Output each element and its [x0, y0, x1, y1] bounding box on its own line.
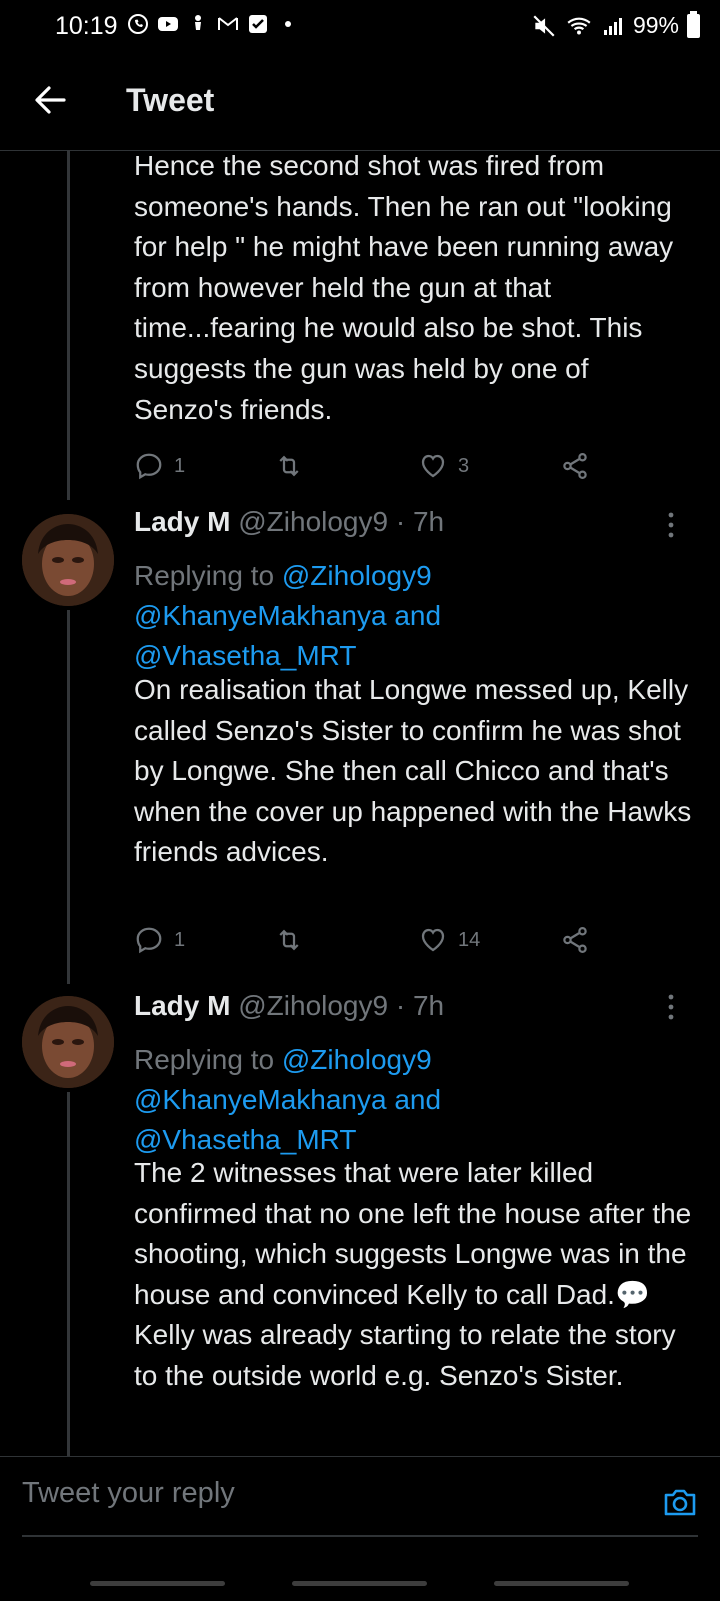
status-bar: 10:19 99%	[0, 0, 720, 54]
retweet-icon	[279, 455, 299, 477]
dot-icon	[285, 21, 291, 27]
system-nav-bar	[0, 1561, 720, 1601]
location-icon	[195, 15, 201, 30]
replying-prefix: Replying to	[134, 1044, 282, 1075]
like-count: 14	[458, 928, 481, 951]
thread-line	[67, 610, 70, 984]
mention-link[interactable]: @KhanyeMakhanya	[134, 1084, 387, 1115]
camera-icon[interactable]	[660, 1482, 700, 1522]
mention-link[interactable]: @Vhasetha_MRT	[134, 640, 356, 671]
status-time: 10:19	[55, 12, 118, 40]
profile-photo	[22, 996, 114, 1088]
wifi-icon	[567, 17, 591, 34]
more-options-icon[interactable]	[658, 992, 684, 1022]
mention-link[interactable]: @Zihology9	[282, 1044, 432, 1075]
mention-link[interactable]: @Zihology9	[282, 560, 432, 591]
tweet-actions: 1 14	[134, 920, 614, 960]
avatar[interactable]	[22, 996, 114, 1088]
profile-photo	[22, 514, 114, 606]
tweet-author[interactable]: Lady M @Zihology9 · 7h	[134, 990, 444, 1022]
tweet-text: The 2 witnesses that were later killed c…	[134, 1153, 694, 1397]
mention-conjunction: and	[386, 600, 442, 631]
like-button[interactable]: 14	[418, 920, 480, 960]
tweet-time: · 7h	[388, 506, 445, 537]
retweet-button[interactable]	[274, 920, 304, 960]
like-count: 3	[458, 454, 470, 477]
retweet-icon	[279, 929, 299, 951]
system-icons: 99%	[531, 10, 700, 39]
tweet-text-part: Kelly was already starting to relate the…	[134, 1319, 676, 1391]
whatsapp-icon	[128, 14, 148, 34]
author-handle: @Zihology9	[238, 990, 389, 1021]
share-icon	[563, 927, 587, 953]
author-name: Lady M	[134, 990, 231, 1021]
notification-icons	[126, 12, 300, 36]
tweet-actions: 1 3	[134, 446, 614, 486]
retweet-button[interactable]	[274, 446, 304, 486]
tweet-text: Hence the second shot was fired from som…	[134, 150, 674, 425]
thread-line	[67, 150, 70, 500]
mention-conjunction: and	[386, 1084, 442, 1115]
thread-line	[67, 1092, 70, 1456]
nav-home-button[interactable]	[292, 1581, 427, 1586]
reply-button[interactable]: 1	[134, 446, 185, 486]
app-header: Tweet	[0, 54, 720, 151]
nav-back-button[interactable]	[494, 1581, 629, 1586]
mention-link[interactable]: @Vhasetha_MRT	[134, 1124, 356, 1155]
signal-icon	[603, 17, 622, 35]
battery-icon	[687, 10, 700, 38]
reply-icon	[136, 927, 162, 954]
reply-icon	[136, 453, 162, 480]
reply-composer: Tweet your reply	[0, 1456, 720, 1601]
input-underline	[22, 1535, 698, 1537]
reply-input[interactable]: Tweet your reply	[22, 1477, 235, 1510]
heart-icon	[421, 454, 445, 478]
replying-to: Replying to @Zihology9 @KhanyeMakhanya a…	[134, 556, 694, 676]
like-button[interactable]: 3	[418, 446, 469, 486]
mention-link[interactable]: @KhanyeMakhanya	[134, 600, 387, 631]
battery-percent: 99%	[632, 12, 679, 38]
share-button[interactable]	[560, 920, 590, 960]
author-name: Lady M	[134, 506, 231, 537]
reply-count: 1	[174, 928, 186, 951]
gmail-icon	[218, 17, 238, 30]
replying-prefix: Replying to	[134, 560, 282, 591]
checkbox-icon	[249, 15, 267, 33]
speech-balloon-emoji: 💬	[614, 1278, 650, 1310]
share-button[interactable]	[560, 446, 590, 486]
tweet-author[interactable]: Lady M @Zihology9 · 7h	[134, 506, 444, 538]
tweet-time: · 7h	[388, 990, 445, 1021]
replying-to: Replying to @Zihology9 @KhanyeMakhanya a…	[134, 1040, 694, 1160]
mute-icon	[533, 14, 555, 37]
back-arrow-icon[interactable]	[30, 80, 70, 120]
nav-recents-button[interactable]	[90, 1581, 225, 1586]
tweet-text: On realisation that Longwe messed up, Ke…	[134, 674, 692, 868]
page-title: Tweet	[126, 82, 215, 118]
author-handle: @Zihology9	[238, 506, 389, 537]
heart-icon	[421, 928, 445, 952]
youtube-icon	[158, 17, 178, 31]
more-options-icon[interactable]	[658, 510, 684, 540]
tweet-text-part: The 2 witnesses that were later killed c…	[134, 1157, 692, 1310]
reply-button[interactable]: 1	[134, 920, 185, 960]
reply-count: 1	[174, 454, 186, 477]
avatar[interactable]	[22, 514, 114, 606]
share-icon	[563, 453, 587, 479]
